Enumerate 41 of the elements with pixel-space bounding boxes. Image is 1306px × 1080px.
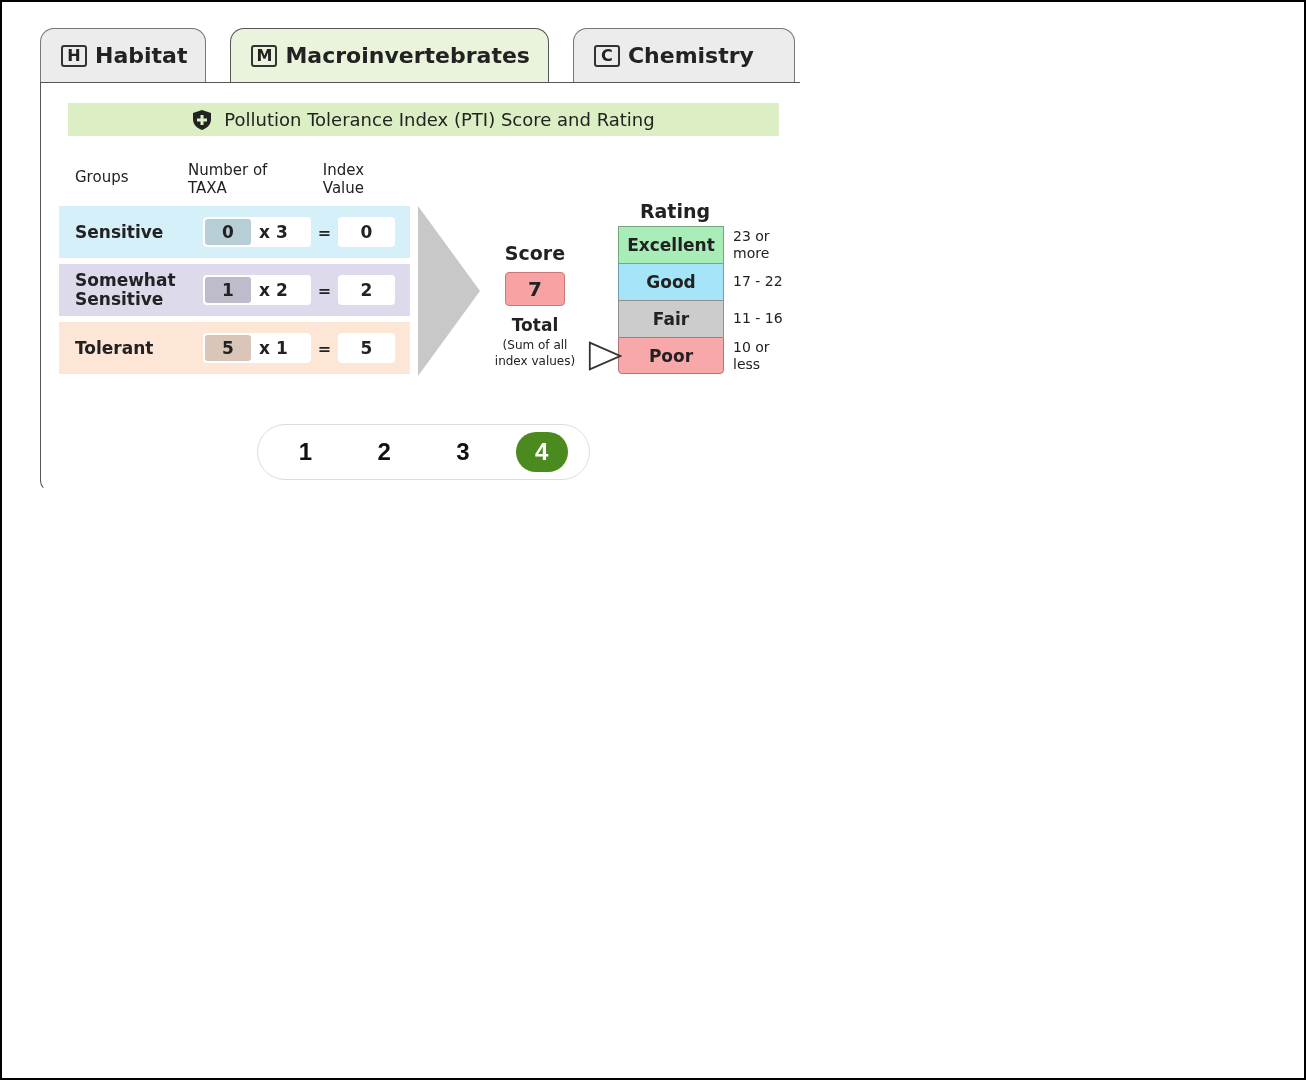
taxa-field[interactable]: 1 x 2	[203, 275, 311, 305]
shield-icon	[192, 108, 213, 131]
score-value: 7	[505, 272, 565, 306]
column-header: Number of TAXA	[187, 160, 269, 198]
taxa-field[interactable]: 0 x 3	[203, 217, 311, 247]
chevron-arrow-icon	[418, 206, 480, 376]
notebook-icon: H	[61, 44, 87, 67]
taxa-field[interactable]: 5 x 1	[203, 333, 311, 363]
page-button[interactable]: 4	[515, 432, 568, 472]
group-name: Tolerant	[75, 338, 155, 358]
rating-band: Fair	[618, 300, 724, 337]
section-title-text: Pollution Tolerance Index (PTI) Score and Rating	[224, 109, 655, 130]
tab[interactable]: M Macroinvertebrates	[230, 28, 549, 82]
rating-range: 23 or more	[733, 227, 771, 262]
rating-heading: Rating	[638, 200, 712, 222]
column-header: Groups	[74, 167, 130, 187]
group-name: Somewhat Sensitive	[75, 271, 177, 309]
tab[interactable]: H Habitat	[40, 28, 207, 82]
tab[interactable]: C Chemistry	[572, 28, 795, 82]
total-label: Total	[511, 315, 559, 335]
index-value: 2	[338, 275, 395, 305]
index-value: 0	[338, 217, 395, 247]
page-button[interactable]: 1	[279, 432, 332, 472]
group-name: Sensitive	[75, 222, 165, 242]
notebook-icon: C	[593, 44, 620, 67]
rating-range: 17 - 22	[733, 273, 784, 290]
equals-sign: =	[316, 280, 333, 300]
equals-sign: =	[316, 222, 333, 242]
notebook-icon: M	[251, 44, 278, 67]
rating-band: Excellent	[618, 226, 724, 263]
page-button[interactable]: 3	[436, 432, 489, 472]
index-value: 5	[338, 333, 395, 363]
total-note: (Sum of all index values)	[493, 337, 577, 370]
rating-range: 11 - 16	[733, 310, 784, 327]
page-button[interactable]: 2	[358, 432, 411, 472]
score-heading: Score	[504, 242, 566, 264]
equals-sign: =	[316, 338, 333, 358]
rating-band: Poor	[618, 337, 724, 374]
rating-range: 10 or less	[733, 338, 771, 373]
column-header: Index Value	[322, 160, 366, 198]
rating-band: Good	[618, 263, 724, 300]
